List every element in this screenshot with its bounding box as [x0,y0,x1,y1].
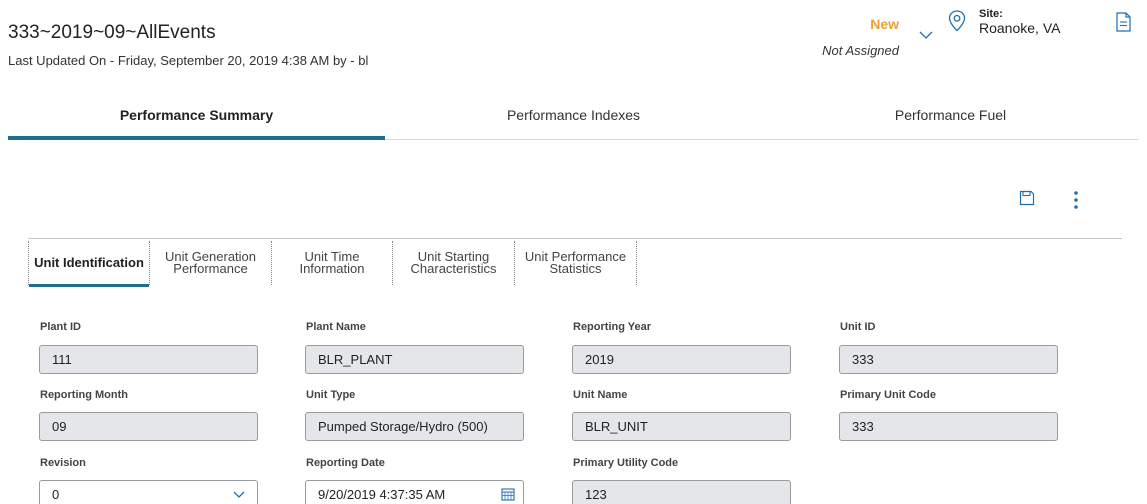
site-value: Roanoke, VA [979,20,1061,36]
unit-id-field: 333 [839,345,1058,374]
state-label[interactable]: New [870,16,899,32]
unit-type-label: Unit Type [306,389,356,401]
revision-value: 0 [52,487,60,502]
last-updated-text: Last Updated On - Friday, September 20, … [8,53,369,68]
reporting-date-field[interactable]: 9/20/2019 4:37:35 AM [305,480,524,504]
primary-unit-code-field: 333 [839,412,1058,441]
plant-id-label: Plant ID [40,321,81,333]
primary-unit-code-label: Primary Unit Code [840,389,936,401]
reporting-month-value: 09 [52,419,67,434]
plant-name-field: BLR_PLANT [305,345,524,374]
tab-performance-fuel[interactable]: Performance Fuel [762,90,1139,139]
save-icon[interactable] [1019,190,1035,206]
tab-unit-identification[interactable]: Unit Identification [28,241,149,287]
unit-type-value: Pumped Storage/Hydro (500) [318,419,488,434]
tab-performance-summary[interactable]: Performance Summary [8,90,385,140]
assignment-label: Not Assigned [822,43,899,58]
calendar-icon[interactable] [501,487,515,501]
revision-select[interactable]: 0 [39,480,258,504]
location-pin-icon [948,10,966,32]
record-header: 333~2019~09~AllEvents Last Updated On - … [0,0,1147,80]
chevron-down-icon[interactable] [233,491,245,499]
document-icon[interactable] [1115,12,1133,32]
unit-name-label: Unit Name [573,389,628,401]
more-vertical-icon[interactable] [1073,190,1079,210]
unit-id-label: Unit ID [840,321,876,333]
unit-type-field: Pumped Storage/Hydro (500) [305,412,524,441]
tab-unit-generation-performance[interactable]: Unit Generation Performance [149,241,271,285]
site-label: Site: [979,8,1003,20]
plant-id-field: 111 [39,345,258,374]
primary-utility-code-label: Primary Utility Code [573,457,679,469]
primary-utility-code-field: 123 [572,480,791,504]
unit-id-value: 333 [852,352,874,367]
reporting-month-field: 09 [39,412,258,441]
reporting-year-value: 2019 [585,352,614,367]
primary-utility-code-value: 123 [585,487,607,502]
reporting-date-label: Reporting Date [306,457,385,469]
reporting-date-value: 9/20/2019 4:37:35 AM [318,487,446,502]
tab-unit-starting-characteristics[interactable]: Unit Starting Characteristics [392,241,514,285]
plant-id-value: 111 [52,352,72,367]
primary-unit-code-value: 333 [852,419,874,434]
chevron-down-icon[interactable] [918,28,934,42]
revision-label: Revision [40,457,86,469]
tab-unit-time-information[interactable]: Unit Time Information [271,241,392,285]
unit-name-field: BLR_UNIT [572,412,791,441]
tab-unit-performance-statistics[interactable]: Unit Performance Statistics [514,241,637,285]
reporting-year-label: Reporting Year [573,321,652,333]
plant-name-label: Plant Name [306,321,366,333]
reporting-month-label: Reporting Month [40,389,128,401]
section-tabs: Unit Identification Unit Generation Perf… [28,238,1122,287]
plant-name-value: BLR_PLANT [318,352,393,367]
main-tabs: Performance Summary Performance Indexes … [8,90,1139,140]
reporting-year-field: 2019 [572,345,791,374]
tab-performance-indexes[interactable]: Performance Indexes [385,90,762,139]
unit-name-value: BLR_UNIT [585,419,648,434]
record-title: 333~2019~09~AllEvents [8,22,216,43]
